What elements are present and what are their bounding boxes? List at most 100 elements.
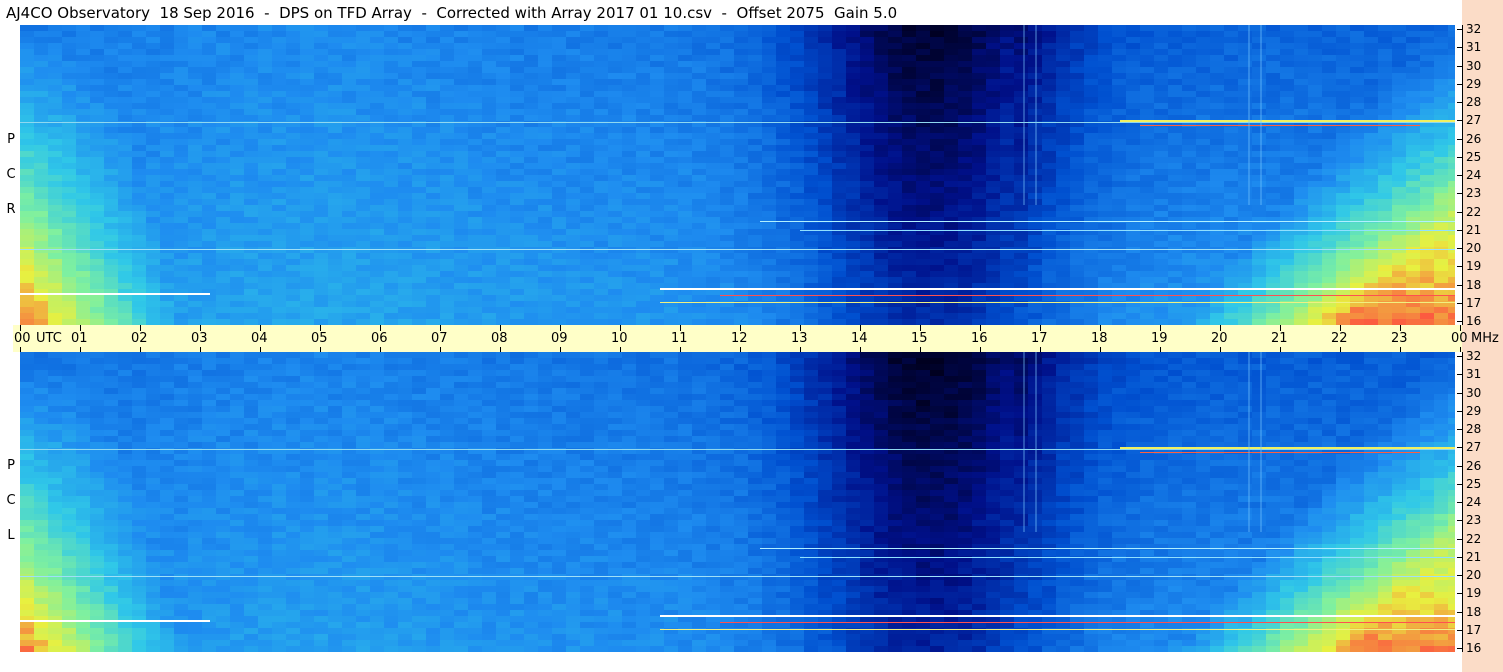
spectrogram-cell bbox=[986, 175, 1000, 181]
spectrogram-cell bbox=[720, 49, 734, 55]
spectrogram-cell bbox=[174, 91, 188, 97]
spectrogram-cell bbox=[1070, 115, 1084, 121]
spectrogram-cell bbox=[846, 31, 860, 37]
spectrogram-cell bbox=[888, 259, 902, 265]
spectrogram-cell bbox=[944, 115, 958, 121]
spectrogram-cell bbox=[580, 67, 594, 73]
spectrogram-cell bbox=[258, 229, 272, 235]
spectrogram-cell bbox=[762, 67, 776, 73]
spectrogram-cell bbox=[440, 193, 454, 199]
spectrogram-cell bbox=[48, 259, 62, 265]
spectrogram-cell bbox=[664, 211, 678, 217]
spectrogram-cell bbox=[1448, 253, 1455, 259]
spectrogram-cell bbox=[916, 241, 930, 247]
spectrogram-cell bbox=[636, 157, 650, 163]
spectrogram-cell bbox=[1000, 133, 1014, 139]
spectrogram-cell bbox=[566, 163, 580, 169]
spectrogram-cell bbox=[412, 223, 426, 229]
spectrogram-cell bbox=[132, 73, 146, 79]
spectrogram-cell bbox=[1112, 223, 1126, 229]
spectrogram-cell bbox=[986, 103, 1000, 109]
spectrogram-cell bbox=[944, 109, 958, 115]
spectrogram-cell bbox=[706, 181, 720, 187]
spectrogram-cell bbox=[1322, 271, 1336, 277]
spectrogram-cell bbox=[790, 25, 804, 31]
spectrogram-cell bbox=[748, 235, 762, 241]
spectrogram-cell bbox=[678, 241, 692, 247]
spectrogram-cell bbox=[398, 205, 412, 211]
spectrogram-cell bbox=[412, 73, 426, 79]
spectrogram-cell bbox=[356, 25, 370, 31]
spectrogram-cell bbox=[440, 73, 454, 79]
spectrogram-cell bbox=[132, 295, 146, 301]
spectrogram-cell bbox=[1210, 193, 1224, 199]
spectrogram-cell bbox=[314, 169, 328, 175]
spectrogram-cell bbox=[692, 163, 706, 169]
spectrogram-cell bbox=[1000, 49, 1014, 55]
spectrogram-cell bbox=[804, 181, 818, 187]
spectrogram-cell bbox=[1406, 85, 1420, 91]
spectrogram-cell bbox=[1392, 85, 1406, 91]
spectrogram-cell bbox=[566, 97, 580, 103]
spectrogram-cell bbox=[1448, 49, 1455, 55]
spectrogram-cell bbox=[398, 181, 412, 187]
spectrogram-cell bbox=[1042, 151, 1056, 157]
spectrogram-cell bbox=[720, 187, 734, 193]
spectrogram-cell bbox=[258, 271, 272, 277]
spectrogram-cell bbox=[1070, 193, 1084, 199]
spectrogram-cell bbox=[1350, 199, 1364, 205]
spectrogram-cell bbox=[384, 163, 398, 169]
spectrogram-cell bbox=[916, 49, 930, 55]
spectrogram-cell bbox=[790, 67, 804, 73]
spectrogram-cell bbox=[804, 73, 818, 79]
spectrogram-cell bbox=[1168, 49, 1182, 55]
spectrogram-cell bbox=[1224, 31, 1238, 37]
spectrogram-cell bbox=[1420, 223, 1434, 229]
spectrogram-cell bbox=[510, 127, 524, 133]
spectrogram-cell bbox=[398, 313, 412, 319]
spectrogram-cell bbox=[1364, 193, 1378, 199]
spectrogram-cell bbox=[286, 49, 300, 55]
spectrogram-cell bbox=[664, 175, 678, 181]
spectrogram-cell bbox=[384, 175, 398, 181]
spectrogram-cell bbox=[916, 229, 930, 235]
spectrogram-cell bbox=[160, 241, 174, 247]
spectrogram-cell bbox=[1434, 301, 1448, 307]
spectrogram-cell bbox=[748, 151, 762, 157]
spectrogram-cell bbox=[272, 151, 286, 157]
spectrogram-cell bbox=[986, 67, 1000, 73]
spectrogram-cell bbox=[188, 259, 202, 265]
spectrogram-cell bbox=[272, 139, 286, 145]
spectrogram-cell bbox=[1378, 241, 1392, 247]
spectrogram-cell bbox=[132, 229, 146, 235]
spectrogram-cell bbox=[538, 55, 552, 61]
spectrogram-cell bbox=[342, 289, 356, 295]
spectrogram-cell bbox=[244, 31, 258, 37]
spectrogram-cell bbox=[314, 199, 328, 205]
spectrogram-cell bbox=[622, 295, 636, 301]
spectrogram-cell bbox=[832, 229, 846, 235]
spectrogram-cell bbox=[174, 151, 188, 157]
spectrogram-cell bbox=[776, 169, 790, 175]
spectrogram-cell bbox=[1266, 259, 1280, 265]
spectrogram-cell bbox=[650, 295, 664, 301]
spectrogram-cell bbox=[300, 133, 314, 139]
spectrogram-cell bbox=[594, 169, 608, 175]
spectrogram-cell bbox=[160, 181, 174, 187]
spectrogram-cell bbox=[272, 295, 286, 301]
spectrogram-cell bbox=[1364, 79, 1378, 85]
spectrogram-cell bbox=[398, 217, 412, 223]
spectrogram-cell bbox=[272, 217, 286, 223]
spectrogram-cell bbox=[818, 49, 832, 55]
spectrogram-cell bbox=[1014, 301, 1028, 307]
spectrogram-cell bbox=[34, 37, 48, 43]
spectrogram-cell bbox=[1000, 187, 1014, 193]
spectrogram-cell bbox=[538, 169, 552, 175]
spectrogram-cell bbox=[1406, 97, 1420, 103]
spectrogram-cell bbox=[846, 271, 860, 277]
spectrogram-cell bbox=[566, 277, 580, 283]
spectrogram-cell bbox=[1126, 85, 1140, 91]
spectrogram-cell bbox=[230, 223, 244, 229]
spectrogram-cell bbox=[636, 139, 650, 145]
spectrogram-cell bbox=[342, 163, 356, 169]
